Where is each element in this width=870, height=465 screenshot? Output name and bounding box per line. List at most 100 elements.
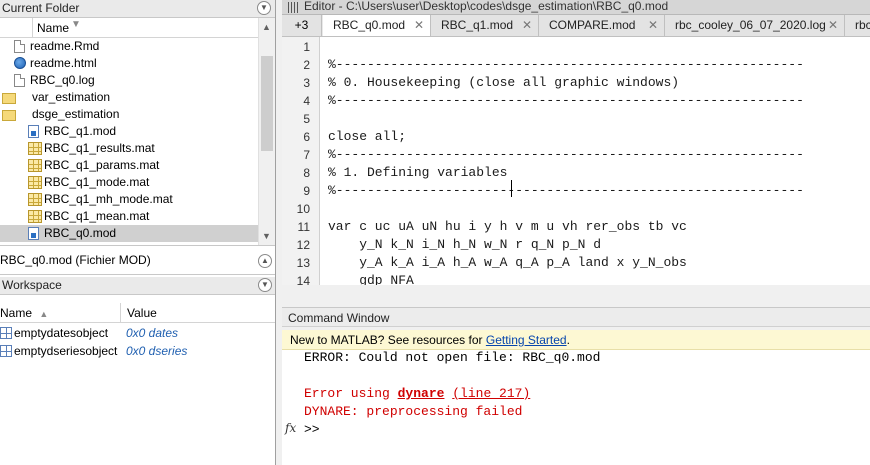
variable-icon [0, 345, 12, 357]
variable-name: emptydseriesobject [14, 344, 118, 358]
file-list: readme.Rmd readme.html RBC_q0.log var_estim… [0, 38, 258, 244]
error-file-line: ERROR: Could not open file: RBC_q0.mod [304, 350, 601, 365]
file-row[interactable]: RBC_q1_mh_mode.mat [0, 191, 258, 208]
scrollbar-thumb[interactable] [261, 56, 273, 151]
file-row[interactable]: RBC_q1_params.mat [0, 157, 258, 174]
folder-icon [2, 93, 16, 104]
dynare-function-link[interactable]: dynare [398, 386, 445, 401]
scroll-up-icon[interactable]: ▲ [262, 22, 271, 32]
scroll-down-icon[interactable]: ▼ [262, 231, 271, 241]
code-editor[interactable]: 1 2 3 4 5 6 7 8 9 10 11 12 13 14 %-------------------… [282, 37, 870, 285]
file-name: readme.html [30, 56, 97, 70]
file-row[interactable]: readme.html [0, 55, 258, 72]
mat-file-icon [28, 210, 42, 223]
file-row[interactable]: dsge_estimation [0, 106, 258, 123]
code-line[interactable]: % 1. Defining variables [328, 165, 507, 180]
chevron-up-icon[interactable]: ▲ [258, 254, 272, 268]
tab-label: RBC_q0.mod [333, 18, 406, 32]
code-line[interactable]: var c uc uA uN hu i y h v m u vh rer_obs… [328, 219, 687, 234]
code-line[interactable]: %---------------------------------------… [328, 93, 804, 108]
line-number: 9 [303, 184, 310, 198]
code-line[interactable]: y_N k_N i_N h_N w_N r q_N p_N d [328, 237, 601, 252]
file-row[interactable]: var_estimation [0, 89, 258, 106]
file-row[interactable]: RBC_q0.log [0, 72, 258, 89]
workspace-header: Name ▲ Value [0, 303, 275, 323]
file-row[interactable]: RBC_q1_mean.mat [0, 208, 258, 225]
file-name: RBC_q1_params.mat [44, 158, 160, 172]
close-icon[interactable]: ✕ [648, 15, 658, 35]
code-line[interactable]: %---------------------------------------… [328, 147, 804, 162]
column-divider[interactable] [32, 18, 33, 38]
code-line[interactable]: %---------------------------------------… [328, 57, 804, 72]
file-row[interactable]: RBC_q1_mode.mat [0, 174, 258, 191]
file-row[interactable]: RBC_q0.mod [0, 225, 258, 242]
workspace-row[interactable]: emptydatesobject 0x0 dates [0, 324, 275, 342]
variable-value: 0x0 dseries [126, 344, 188, 358]
file-row[interactable]: readme.Rmd [0, 38, 258, 55]
file-row[interactable]: RBC_q1_results.mat [0, 140, 258, 157]
code-line[interactable]: y_A k_A i_A h_A w_A q_A p_A land x y_N_o… [328, 255, 687, 270]
close-icon[interactable]: ✕ [522, 15, 532, 35]
tab-rbc-q0[interactable]: RBC_q0.mod ✕ [323, 15, 431, 36]
code-line[interactable]: %---------------------------------------… [328, 183, 804, 198]
code-line[interactable]: % 0. Housekeeping (close all graphic win… [328, 75, 679, 90]
line-number: 5 [303, 112, 310, 126]
line-number: 8 [303, 166, 310, 180]
tab-rbc-q1[interactable]: RBC_q1.mod ✕ [431, 15, 539, 36]
tab-rbc-cooley[interactable]: rbc_cooley_06_07_2020.log ✕ [665, 15, 845, 36]
document-icon [14, 74, 25, 87]
file-details-bar[interactable]: RBC_q0.mod (Fichier MOD) ▲ [0, 245, 275, 275]
document-icon [14, 40, 25, 53]
file-name: RBC_q0.mod [44, 226, 117, 240]
mat-file-icon [28, 193, 42, 206]
name-column-header[interactable]: Name [37, 21, 69, 35]
command-window-output[interactable]: ERROR: Could not open file: RBC_q0.mod E… [282, 350, 870, 465]
left-panels: Current Folder ▼ Name ▼ readme.Rmd readme… [0, 0, 276, 465]
tab-rbc-truncated[interactable]: rbc [845, 15, 870, 36]
tab-overflow-button[interactable]: +3 [282, 15, 322, 36]
function-browser-icon[interactable]: fx [285, 421, 296, 435]
line-number: 10 [296, 202, 310, 216]
line-number-gutter: 1 2 3 4 5 6 7 8 9 10 11 12 13 14 [282, 37, 320, 285]
workspace-value-header[interactable]: Value [127, 306, 157, 320]
current-folder-scrollbar[interactable]: ▲ ▼ [258, 18, 275, 245]
editor-icon [288, 2, 299, 13]
dynare-error-line: DYNARE: preprocessing failed [304, 404, 523, 419]
mat-file-icon [28, 176, 42, 189]
tab-label: COMPARE.mod [549, 18, 636, 32]
workspace-title-bar: Workspace ▼ [0, 277, 275, 295]
tab-label: RBC_q1.mod [441, 18, 514, 32]
editor-title-bar: Editor - C:\Users\user\Desktop\codes\dsg… [282, 0, 870, 15]
folder-icon [2, 110, 16, 121]
file-row[interactable]: RBC_q0.mod [0, 242, 258, 244]
file-name: RBC_q1.mod [44, 124, 117, 138]
workspace-row[interactable]: emptydseriesobject 0x0 dseries [0, 342, 275, 360]
code-line[interactable]: close all; [328, 129, 406, 144]
current-folder-header: Name ▼ [0, 18, 258, 38]
close-icon[interactable]: ✕ [414, 15, 424, 35]
line-number: 1 [303, 40, 310, 54]
line-number: 4 [303, 94, 310, 108]
line-number: 2 [303, 58, 310, 72]
workspace-menu-icon[interactable]: ▼ [258, 278, 272, 292]
current-folder-menu-icon[interactable]: ▼ [257, 1, 271, 15]
tab-compare[interactable]: COMPARE.mod ✕ [539, 15, 665, 36]
variable-name: emptydatesobject [14, 326, 109, 340]
workspace-name-header[interactable]: Name ▲ [0, 306, 48, 320]
line-number-link[interactable]: (line 217) [452, 386, 530, 401]
mat-file-icon [28, 159, 42, 172]
getting-started-banner: New to MATLAB? See resources for Getting… [282, 330, 870, 350]
line-number: 11 [297, 220, 310, 234]
column-divider[interactable] [120, 303, 121, 323]
error-using-line: Error using dynare (line 217) [304, 386, 530, 401]
getting-started-link[interactable]: Getting Started [486, 333, 567, 347]
line-number: 14 [296, 274, 310, 285]
code-line[interactable]: gdp NFA [328, 273, 414, 285]
command-window-title-bar: Command Window [282, 307, 870, 327]
workspace-name-header-label: Name [0, 306, 33, 320]
close-icon[interactable]: ✕ [828, 15, 838, 35]
sort-down-icon[interactable]: ▼ [71, 19, 81, 30]
command-prompt[interactable]: >> [304, 422, 320, 437]
sort-up-icon: ▲ [39, 309, 49, 319]
file-row[interactable]: RBC_q1.mod [0, 123, 258, 140]
